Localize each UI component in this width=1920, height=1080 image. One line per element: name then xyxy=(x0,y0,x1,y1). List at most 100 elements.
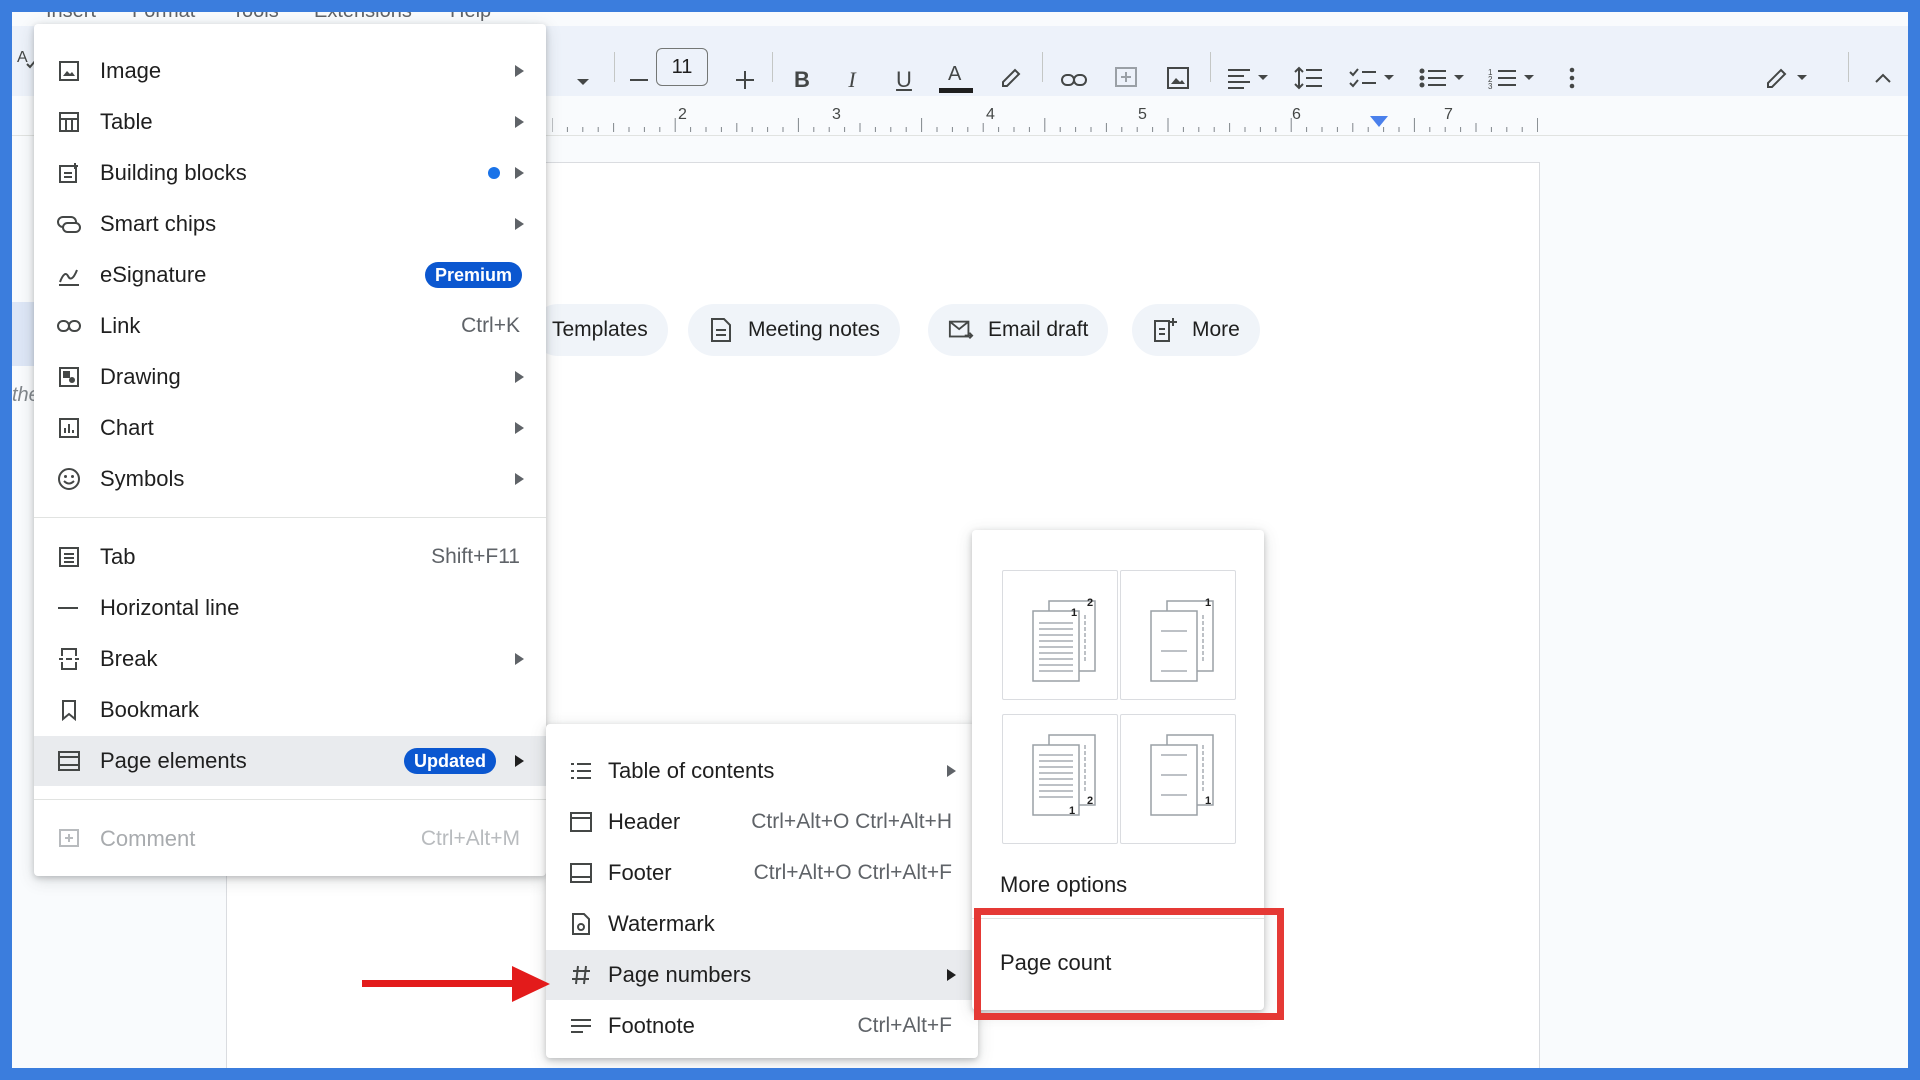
menu-item-table-of-contents[interactable]: Table of contents xyxy=(546,746,978,796)
menu-item-table[interactable]: Table xyxy=(34,97,546,147)
menu-item-label: Link xyxy=(100,313,141,338)
menu-item-label: Table of contents xyxy=(608,758,775,783)
insert-link-icon[interactable] xyxy=(1058,60,1090,100)
menu-item-chart[interactable]: Chart xyxy=(34,403,546,453)
page-number-bottom-right-all[interactable]: 1 2 xyxy=(1002,714,1118,844)
font-size-input[interactable]: 11 xyxy=(656,48,708,86)
add-comment-icon[interactable] xyxy=(1110,58,1142,98)
collapse-menus-icon[interactable] xyxy=(1868,58,1898,98)
menu-item-esignature[interactable]: eSignature Premium xyxy=(34,250,546,300)
ruler-number: 3 xyxy=(832,106,841,123)
menu-item-label: Header xyxy=(608,809,681,834)
footer-icon xyxy=(566,858,596,888)
italic-icon[interactable]: I xyxy=(838,60,866,100)
menu-item-page-elements[interactable]: Page elements Updated xyxy=(34,736,546,786)
email-icon xyxy=(948,317,974,343)
text-color-icon[interactable]: A xyxy=(938,58,974,98)
submenu-arrow-icon xyxy=(515,653,524,665)
meeting-notes-chip[interactable]: Meeting notes xyxy=(688,304,900,356)
page-elements-icon xyxy=(54,746,84,776)
menu-tools[interactable]: Tools xyxy=(232,12,279,23)
menu-item-footnote[interactable]: Footnote Ctrl+Alt+F xyxy=(546,1001,978,1051)
page-digit: 2 xyxy=(1087,795,1094,807)
underline-icon[interactable]: U xyxy=(890,60,918,100)
more-options-item[interactable]: More options xyxy=(1000,872,1127,898)
ruler-number: 5 xyxy=(1138,106,1147,123)
menu-item-footer[interactable]: Footer Ctrl+Alt+O Ctrl+Alt+F xyxy=(546,848,978,898)
menu-item-break[interactable]: Break xyxy=(34,634,546,684)
ruler-number: 2 xyxy=(678,106,687,123)
more-doc-icon xyxy=(1152,317,1178,343)
menu-item-label: Image xyxy=(100,58,162,83)
more-options-icon[interactable] xyxy=(1560,58,1584,98)
toolbar-divider xyxy=(1848,52,1849,82)
highlight-pen-icon[interactable] xyxy=(996,58,1026,98)
menu-format[interactable]: Format xyxy=(132,12,195,23)
break-icon xyxy=(54,644,84,674)
submenu-arrow-icon xyxy=(947,765,956,777)
align-icon[interactable] xyxy=(1224,58,1274,98)
insert-menu: Image Table Building blocks Smart chips … xyxy=(34,24,546,876)
page-number-top-right-all[interactable]: 1 2 xyxy=(1002,570,1118,700)
menu-item-label: Break xyxy=(100,646,158,671)
numbered-list-icon[interactable]: 123 xyxy=(1486,58,1540,98)
more-chip[interactable]: More xyxy=(1132,304,1260,356)
menu-insert[interactable]: Insert xyxy=(46,12,96,23)
menu-item-page-numbers[interactable]: Page numbers xyxy=(546,950,978,1000)
menu-item-label: eSignature xyxy=(100,262,207,287)
editing-mode-icon[interactable] xyxy=(1764,58,1814,98)
menu-item-label: Horizontal line xyxy=(100,595,240,620)
docs-window: Insert Format Tools Extensions Help A 11… xyxy=(12,12,1908,1068)
right-indent-marker[interactable] xyxy=(1370,116,1388,127)
menu-item-symbols[interactable]: Symbols xyxy=(34,454,546,504)
more-chip-label: More xyxy=(1192,318,1240,341)
menu-item-label: Symbols xyxy=(100,466,185,491)
menu-item-label: Bookmark xyxy=(100,697,200,722)
emoji-icon xyxy=(54,464,84,494)
decrease-font-size-icon[interactable] xyxy=(626,60,652,100)
page-number-top-right-skip-first[interactable]: 1 xyxy=(1120,570,1236,700)
menu-item-tab[interactable]: Tab Shift+F11 xyxy=(34,532,546,582)
toc-icon xyxy=(566,756,596,786)
bold-icon[interactable]: B xyxy=(788,60,816,100)
insert-image-icon[interactable] xyxy=(1162,58,1194,98)
menu-item-smart-chips[interactable]: Smart chips xyxy=(34,199,546,249)
red-arrow-annotation xyxy=(362,966,550,1002)
menu-item-horizontal-line[interactable]: Horizontal line xyxy=(34,583,546,633)
menu-separator xyxy=(34,517,546,518)
menu-extensions[interactable]: Extensions xyxy=(314,12,412,23)
menu-item-watermark[interactable]: Watermark xyxy=(546,899,978,949)
increase-font-size-icon[interactable] xyxy=(732,60,758,100)
menu-item-image[interactable]: Image xyxy=(34,46,546,96)
menu-item-building-blocks[interactable]: Building blocks xyxy=(34,148,546,198)
email-draft-chip[interactable]: Email draft xyxy=(928,304,1109,356)
shortcut-text: Ctrl+K xyxy=(461,314,520,337)
menu-item-label: Page elements xyxy=(100,748,247,773)
meeting-notes-chip-label: Meeting notes xyxy=(748,318,880,341)
footnote-icon xyxy=(566,1011,596,1041)
drawing-icon xyxy=(54,362,84,392)
templates-chip[interactable]: Templates xyxy=(532,304,668,356)
menu-item-label: Chart xyxy=(100,415,154,440)
bulleted-list-icon[interactable] xyxy=(1416,58,1470,98)
menu-help[interactable]: Help xyxy=(450,12,491,23)
menu-item-link[interactable]: Link Ctrl+K xyxy=(34,301,546,351)
checklist-icon[interactable] xyxy=(1346,58,1400,98)
line-spacing-icon[interactable] xyxy=(1292,58,1326,98)
menu-item-bookmark[interactable]: Bookmark xyxy=(34,685,546,735)
menu-item-drawing[interactable]: Drawing xyxy=(34,352,546,402)
smart-chips-icon xyxy=(54,209,84,239)
menu-item-comment[interactable]: Comment Ctrl+Alt+M xyxy=(34,814,546,864)
outline-panel-tab[interactable] xyxy=(12,302,36,366)
menu-item-label: Page numbers xyxy=(608,962,752,987)
submenu-arrow-icon xyxy=(515,422,524,434)
tab-icon xyxy=(54,542,84,572)
hash-icon xyxy=(566,960,596,990)
bookmark-icon xyxy=(54,695,84,725)
building-blocks-icon xyxy=(54,158,84,188)
menu-item-label: Table xyxy=(100,109,153,134)
svg-text:A: A xyxy=(17,49,28,66)
page-number-bottom-right-skip-first[interactable]: 1 xyxy=(1120,714,1236,844)
ruler-number: 7 xyxy=(1444,106,1453,123)
menu-item-header[interactable]: Header Ctrl+Alt+O Ctrl+Alt+H xyxy=(546,797,978,847)
